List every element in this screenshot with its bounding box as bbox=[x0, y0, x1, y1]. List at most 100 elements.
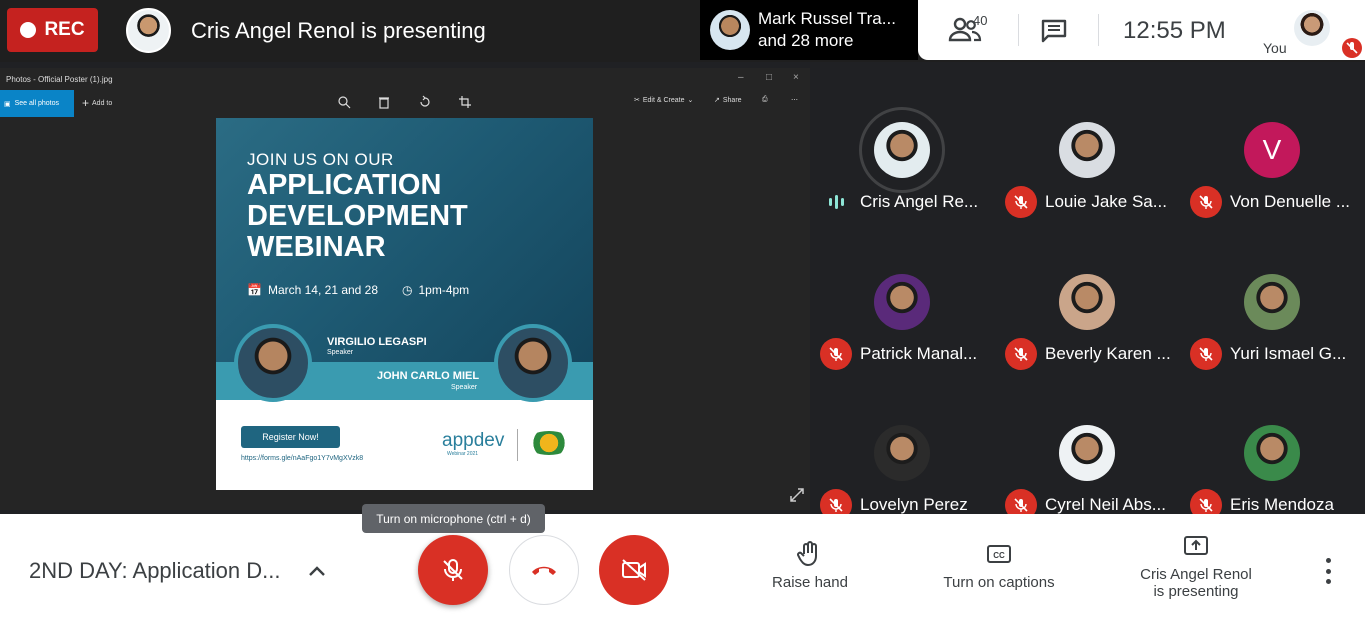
edit-create-button[interactable]: ✂ Edit & Create ⌄ bbox=[634, 96, 694, 105]
org-logo bbox=[526, 431, 572, 455]
poster-time: ◷ 1pm-4pm bbox=[402, 283, 469, 297]
print-icon[interactable]: ⎙ bbox=[762, 96, 768, 104]
maximize-icon[interactable]: □ bbox=[766, 72, 772, 83]
participant-tile[interactable]: Lovelyn Perez bbox=[810, 380, 995, 531]
chat-icon[interactable] bbox=[1040, 18, 1068, 44]
captions-button[interactable]: CC Turn on captions bbox=[930, 540, 1068, 591]
meeting-info-panel: 40 12:55 PM bbox=[918, 0, 1258, 60]
edit-create-label: Edit & Create bbox=[642, 96, 685, 104]
participant-avatar bbox=[1059, 425, 1115, 481]
hand-icon bbox=[796, 540, 824, 568]
more-options-button[interactable] bbox=[1318, 558, 1338, 584]
participant-tile[interactable]: Eris Mendoza bbox=[1180, 380, 1365, 531]
poster-title-line3: WEBINAR bbox=[247, 231, 386, 263]
participant-name-row: Yuri Ismael G... bbox=[1190, 338, 1346, 370]
image-icon: ▣ bbox=[4, 100, 11, 108]
divider bbox=[1018, 14, 1019, 46]
captions-label: Turn on captions bbox=[943, 574, 1055, 591]
raise-hand-button[interactable]: Raise hand bbox=[766, 540, 854, 591]
microphone-button[interactable] bbox=[418, 535, 488, 605]
participant-tile[interactable]: Patrick Manal... bbox=[810, 229, 995, 380]
hang-up-icon bbox=[532, 566, 556, 575]
participant-name: Beverly Karen ... bbox=[1045, 344, 1171, 363]
participant-tile[interactable]: Yuri Ismael G... bbox=[1180, 229, 1365, 380]
minimize-icon[interactable]: – bbox=[738, 72, 744, 83]
see-all-label: See all photos bbox=[14, 100, 59, 107]
see-all-photos-button[interactable]: ▣ See all photos bbox=[0, 90, 74, 117]
more-participants-chip[interactable]: Mark Russel Tra... and 28 more bbox=[700, 0, 918, 60]
zoom-icon[interactable] bbox=[337, 95, 351, 109]
delete-icon[interactable] bbox=[377, 95, 391, 109]
more-participants-avatar bbox=[710, 10, 750, 50]
participant-name: Louie Jake Sa... bbox=[1045, 192, 1167, 211]
rec-label: REC bbox=[44, 19, 85, 40]
speaker1-photo bbox=[234, 324, 312, 402]
microphone-tooltip: Turn on microphone (ctrl + d) bbox=[362, 504, 545, 533]
participant-name-row: Patrick Manal... bbox=[820, 338, 977, 370]
mic-off-icon bbox=[1005, 186, 1037, 218]
present-screen-icon bbox=[1182, 532, 1210, 560]
register-url: https://forms.gle/nAaFgo1Y7vMgXVzk8 bbox=[241, 455, 364, 462]
poster-title: APPLICATION DEVELOPMENT WEBINAR bbox=[247, 170, 468, 263]
appdev-logo-sub: Webinar 2021 bbox=[447, 451, 479, 457]
poster-date-text: March 14, 21 and 28 bbox=[267, 283, 379, 297]
self-view[interactable]: You bbox=[1258, 0, 1365, 60]
participant-tile[interactable]: Beverly Karen ... bbox=[995, 229, 1180, 380]
poster-title-line2: DEVELOPMENT bbox=[247, 200, 468, 232]
participant-name: Cris Angel Re... bbox=[860, 192, 979, 211]
presenting-title: Cris Angel Renol is presenting bbox=[191, 18, 486, 43]
meeting-title[interactable]: 2ND DAY: Application D... bbox=[29, 558, 281, 584]
raise-hand-label: Raise hand bbox=[772, 574, 848, 591]
participant-name-row: Von Denuelle ... bbox=[1190, 186, 1350, 218]
participant-name: Patrick Manal... bbox=[860, 344, 978, 363]
close-icon[interactable]: × bbox=[793, 72, 799, 83]
participant-name-row: Cris Angel Re... bbox=[820, 186, 978, 218]
speaker2-role: Speaker bbox=[451, 384, 478, 391]
mic-off-icon bbox=[1190, 338, 1222, 370]
captions-icon: CC bbox=[985, 540, 1013, 568]
mic-off-icon bbox=[1005, 338, 1037, 370]
recording-indicator[interactable]: REC bbox=[7, 8, 98, 52]
poster-divider bbox=[517, 429, 518, 461]
participant-tile[interactable]: Cris Angel Re... bbox=[810, 77, 995, 228]
participant-tile[interactable]: V Von Denuelle ... bbox=[1180, 77, 1365, 228]
mic-off-icon bbox=[1190, 186, 1222, 218]
camera-off-icon bbox=[622, 559, 646, 581]
speaking-indicator-icon bbox=[820, 186, 852, 218]
presenter-avatar bbox=[126, 8, 171, 53]
chevron-down-icon: ⌄ bbox=[687, 97, 694, 104]
calendar-icon: 📅 bbox=[247, 283, 262, 297]
participant-name: Lovelyn Perez bbox=[860, 495, 968, 514]
record-dot-icon bbox=[20, 22, 37, 38]
poster-join: JOIN US ON OUR bbox=[247, 150, 394, 169]
share-button[interactable]: ↗ Share bbox=[714, 96, 742, 105]
participant-tile[interactable]: Louie Jake Sa... bbox=[995, 77, 1180, 228]
rotate-icon[interactable] bbox=[418, 95, 432, 109]
divider bbox=[1098, 14, 1099, 46]
people-count: 40 bbox=[973, 13, 988, 28]
edit-icon: ✂ bbox=[634, 97, 640, 104]
participant-avatar bbox=[1244, 274, 1300, 330]
add-to-button[interactable]: + Add to bbox=[82, 96, 112, 110]
participant-tile[interactable]: Cyrel Neil Abs... bbox=[995, 380, 1180, 531]
crop-icon[interactable] bbox=[458, 95, 472, 109]
add-to-label: Add to bbox=[92, 99, 113, 107]
poster-date: 📅 March 14, 21 and 28 bbox=[247, 283, 378, 297]
participant-avatar bbox=[874, 274, 930, 330]
poster-title-line1: APPLICATION bbox=[247, 169, 442, 201]
self-avatar bbox=[1294, 10, 1330, 46]
speaker2-photo bbox=[494, 324, 572, 402]
participant-avatar bbox=[874, 122, 930, 178]
more-options-icon[interactable]: ⋯ bbox=[791, 96, 798, 104]
participant-avatar bbox=[1059, 274, 1115, 330]
leave-call-button[interactable] bbox=[509, 535, 579, 605]
svg-text:CC: CC bbox=[993, 551, 1005, 560]
camera-button[interactable] bbox=[599, 535, 669, 605]
bottom-bar: 2ND DAY: Application D... Raise hand CC … bbox=[0, 514, 1365, 625]
presenting-button[interactable]: Cris Angel Renol is presenting bbox=[1130, 532, 1262, 600]
expand-icon[interactable] bbox=[789, 487, 805, 503]
chevron-up-icon[interactable] bbox=[305, 560, 329, 584]
appdev-logo: appdev bbox=[442, 430, 505, 451]
plus-icon: + bbox=[82, 96, 90, 110]
mic-off-icon bbox=[1342, 38, 1362, 58]
